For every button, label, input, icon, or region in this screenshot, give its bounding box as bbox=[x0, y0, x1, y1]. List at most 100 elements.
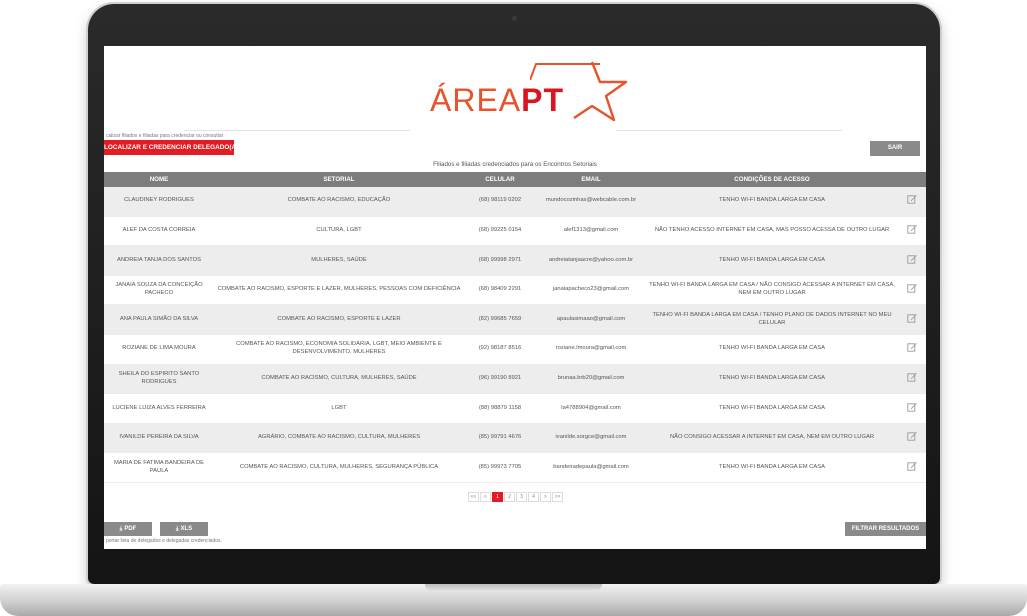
cell-access: TENHO WI-FI BANDA LARGA EM CASA bbox=[646, 334, 898, 365]
divider bbox=[616, 130, 842, 131]
edit-icon[interactable] bbox=[907, 283, 917, 293]
edit-icon[interactable] bbox=[907, 224, 917, 234]
cell-name: JANAIA SOUZA DA CONCEIÇÃO PACHECO bbox=[104, 275, 214, 306]
cell-access: NÃO TENHO ACESSO INTERNET EM CASA, MAS P… bbox=[646, 216, 898, 247]
cell-access: TENHO WI-FI BANDA LARGA EM CASA bbox=[646, 393, 898, 424]
cell-access: TENHO WI-FI BANDA LARGA EM CASA / NÃO CO… bbox=[646, 275, 898, 306]
edit-icon[interactable] bbox=[907, 461, 917, 471]
app-screen: ÁREAPT calizar filiados e filiadas para … bbox=[104, 46, 926, 549]
download-icon: ⤓ bbox=[119, 526, 123, 532]
cell-sector: CULTURA, LGBT bbox=[214, 216, 464, 247]
download-icon: ⤓ bbox=[175, 526, 179, 532]
table-row[interactable]: LUCIENE LUIZA ALVES FERREIRA LGBT (88) 9… bbox=[104, 393, 926, 424]
page-button-4[interactable]: 4 bbox=[528, 492, 539, 502]
cell-access: TENHO WI-FI BANDA LARGA EM CASA bbox=[646, 187, 898, 217]
cell-access: TENHO WI-FI BANDA LARGA EM CASA bbox=[646, 452, 898, 483]
cell-name: ANDREIA TANJA DOS SANTOS bbox=[104, 245, 214, 276]
table-row[interactable]: ANA PAULA SIMÃO DA SILVA COMBATE AO RACI… bbox=[104, 304, 926, 335]
cell-name: IVANILDE PEREIRA DA SILVA bbox=[104, 423, 214, 454]
cell-access: TENHO WI-FI BANDA LARGA EM CASA / TENHO … bbox=[646, 304, 898, 335]
cell-actions bbox=[898, 423, 926, 454]
logo-wordmark: ÁREAPT bbox=[430, 82, 564, 119]
credentials-table: NOME SETORIAL CELULAR EMAIL CONDIÇÕES DE… bbox=[104, 172, 926, 483]
cell-name: LUCIENE LUIZA ALVES FERREIRA bbox=[104, 393, 214, 424]
laptop-base bbox=[0, 584, 1027, 616]
first-page-button[interactable]: << bbox=[468, 492, 479, 502]
edit-icon[interactable] bbox=[907, 372, 917, 382]
column-header-name[interactable]: NOME bbox=[104, 172, 214, 187]
edit-icon[interactable] bbox=[907, 254, 917, 264]
cell-actions bbox=[898, 245, 926, 276]
logout-button[interactable]: SAIR bbox=[870, 141, 920, 156]
cell-phone: (96) 99190 8921 bbox=[464, 364, 536, 395]
page-button-1[interactable]: 1 bbox=[492, 492, 503, 502]
cell-access: NÃO CONSIGO ACESSAR A INTERNET EM CASA, … bbox=[646, 423, 898, 454]
cell-email: apaulasimaao@gmail.com bbox=[536, 304, 646, 335]
cell-actions bbox=[898, 334, 926, 365]
cell-email: la4788904@gmail.com bbox=[536, 393, 646, 424]
header: ÁREAPT calizar filiados e filiadas para … bbox=[104, 46, 926, 156]
locate-delegate-button[interactable]: LOCALIZAR E CREDENCIAR DELEGADO(A) bbox=[104, 140, 238, 155]
table-row[interactable]: ANDREIA TANJA DOS SANTOS MULHERES, SAÚDE… bbox=[104, 245, 926, 276]
pdf-label: PDF bbox=[124, 526, 137, 532]
pagination: << < 1 2 3 4 > >> bbox=[468, 492, 563, 502]
last-page-button[interactable]: >> bbox=[552, 492, 563, 502]
column-header-access[interactable]: CONDIÇÕES DE ACESSO bbox=[646, 172, 898, 187]
edit-icon[interactable] bbox=[907, 194, 917, 205]
cell-name: SHEILA DO ESPIRITO SANTO RODRIGUES bbox=[104, 364, 214, 395]
table-row[interactable]: IVANILDE PEREIRA DA SILVA AGRÁRIO, COMBA… bbox=[104, 423, 926, 454]
cell-phone: (88) 98879 1158 bbox=[464, 393, 536, 424]
cell-email: brunaa.brb20@gmail.com bbox=[536, 364, 646, 395]
cell-access: TENHO WI-FI BANDA LARGA EM CASA bbox=[646, 364, 898, 395]
table-row[interactable]: ROZIANE DE LIMA MOURA COMBATE AO RACISMO… bbox=[104, 334, 926, 365]
column-header-phone[interactable]: CELULAR bbox=[464, 172, 536, 187]
cell-phone: (82) 99685 7659 bbox=[464, 304, 536, 335]
page-button-3[interactable]: 3 bbox=[516, 492, 527, 502]
camera-icon bbox=[512, 16, 517, 21]
cell-name: CLAUDINEY RODRIGUES bbox=[104, 187, 214, 217]
table-row[interactable]: MARIA DE FATIMA BANDEIRA DE PAULA COMBAT… bbox=[104, 452, 926, 483]
table-header-row: NOME SETORIAL CELULAR EMAIL CONDIÇÕES DE… bbox=[104, 172, 926, 187]
cell-sector: COMBATE AO RACISMO, CULTURA, MULHERES, S… bbox=[214, 452, 464, 483]
divider bbox=[184, 130, 410, 131]
table-row[interactable]: ALEF DA COSTA CORREIA CULTURA, LGBT (68)… bbox=[104, 216, 926, 247]
cell-sector: COMBATE AO RACISMO, ECONOMIA SOLIDÁRIA, … bbox=[214, 334, 464, 365]
next-page-button[interactable]: > bbox=[540, 492, 551, 502]
edit-icon[interactable] bbox=[907, 431, 917, 441]
locate-hint: calizar filiados e filiadas para credenc… bbox=[106, 133, 224, 139]
cell-actions bbox=[898, 452, 926, 483]
prev-page-button[interactable]: < bbox=[480, 492, 491, 502]
edit-icon[interactable] bbox=[907, 402, 917, 412]
page-button-2[interactable]: 2 bbox=[504, 492, 515, 502]
cell-actions bbox=[898, 216, 926, 247]
export-xls-button[interactable]: ⤓ XLS bbox=[160, 522, 208, 536]
cell-actions bbox=[898, 275, 926, 306]
cell-actions bbox=[898, 364, 926, 395]
edit-icon[interactable] bbox=[907, 342, 917, 353]
table-row[interactable]: JANAIA SOUZA DA CONCEIÇÃO PACHECO COMBAT… bbox=[104, 275, 926, 306]
table-row[interactable]: CLAUDINEY RODRIGUES COMBATE AO RACISMO, … bbox=[104, 187, 926, 217]
cell-sector: COMBATE AO RACISMO, ESPORTE E LAZER bbox=[214, 304, 464, 335]
edit-icon[interactable] bbox=[907, 313, 917, 323]
cell-email: bandeiradepaula@gmail.com bbox=[536, 452, 646, 483]
cell-phone: (68) 99998 2971 bbox=[464, 245, 536, 276]
column-header-email[interactable]: EMAIL bbox=[536, 172, 646, 187]
cell-email: ivanilde.sorgce@gmail.com bbox=[536, 423, 646, 454]
cell-sector: COMBATE AO RACISMO, EDUCAÇÃO bbox=[214, 187, 464, 217]
logo-prefix: ÁREA bbox=[430, 82, 522, 118]
logo-suffix: PT bbox=[521, 82, 565, 118]
cell-name: ROZIANE DE LIMA MOURA bbox=[104, 334, 214, 365]
cell-sector: COMBATE AO RACISMO, ESPORTE E LAZER, MUL… bbox=[214, 275, 464, 306]
cell-email: alef1313@gmail.com bbox=[536, 216, 646, 247]
cell-sector: COMBATE AO RACISMO, CULTURA, MULHERES, S… bbox=[214, 364, 464, 395]
table-row[interactable]: SHEILA DO ESPIRITO SANTO RODRIGUES COMBA… bbox=[104, 364, 926, 395]
cell-phone: (85) 99973 7705 bbox=[464, 452, 536, 483]
cell-email: mundocozinhas@webcable.com.br bbox=[536, 187, 646, 217]
column-header-sector[interactable]: SETORIAL bbox=[214, 172, 464, 187]
cell-email: andreiatanjaacre@yahoo.com.br bbox=[536, 245, 646, 276]
xls-label: XLS bbox=[180, 526, 193, 532]
cell-phone: (85) 99791 4676 bbox=[464, 423, 536, 454]
filter-results-button[interactable]: FILTRAR RESULTADOS bbox=[845, 522, 926, 536]
export-pdf-button[interactable]: ⤓ PDF bbox=[104, 522, 152, 536]
export-hint: portar lista de delegados e delegadas cr… bbox=[106, 538, 222, 544]
